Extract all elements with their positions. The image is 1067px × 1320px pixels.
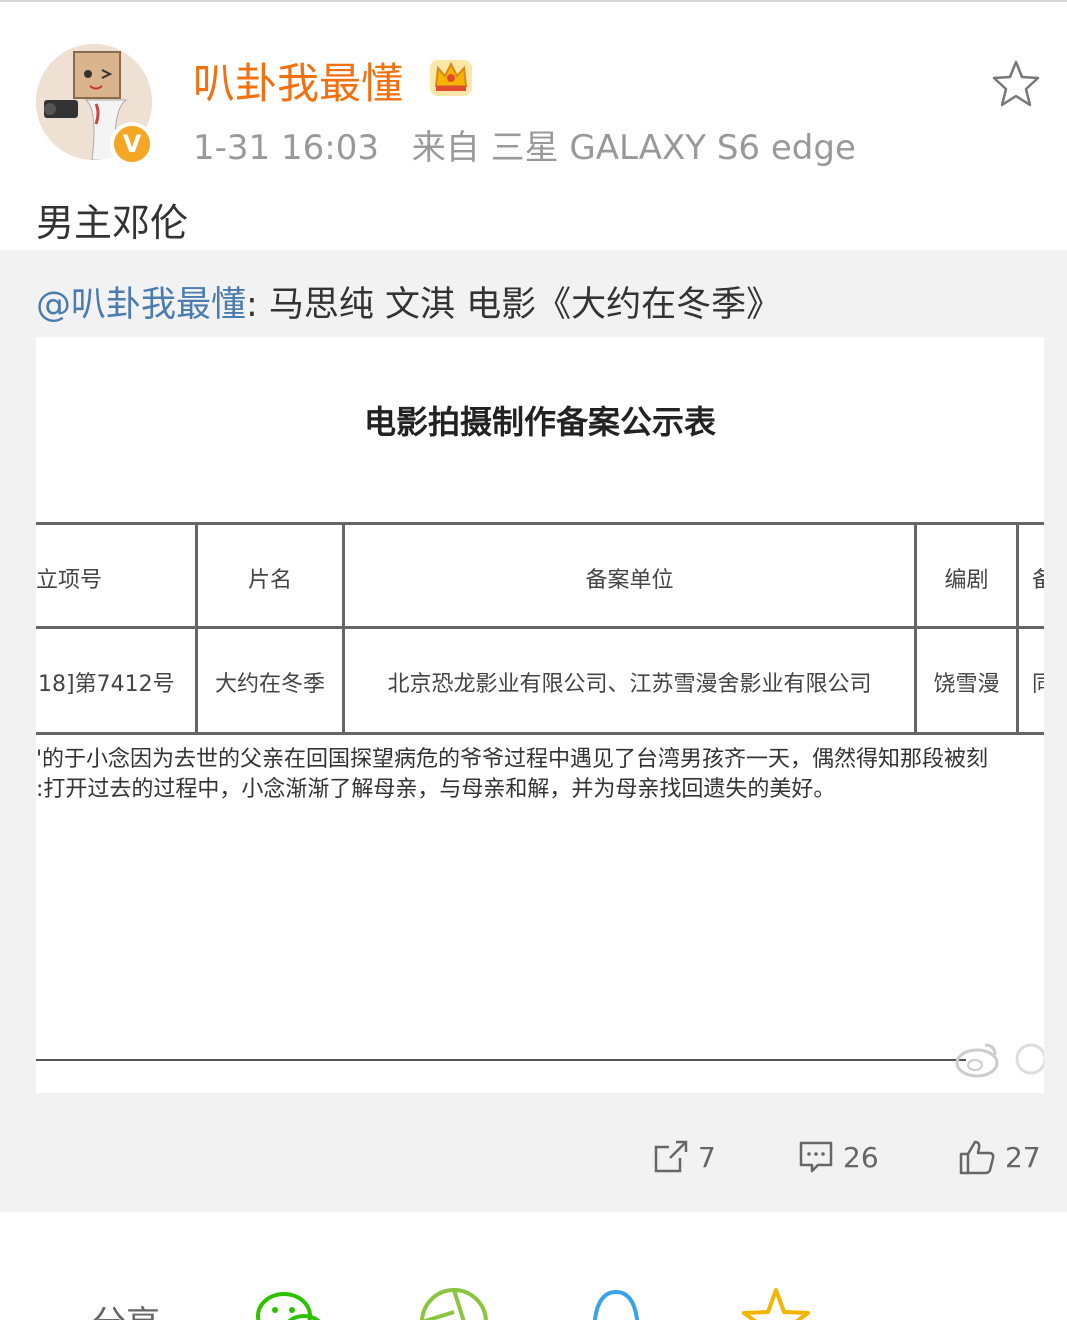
- repost-image[interactable]: 电影拍摄制作备案公示表 立项号 片名 备案单位 编剧 备 18]第7412号 大…: [36, 337, 1044, 1093]
- table-line: [195, 522, 198, 735]
- post-timestamp: 1-31 16:03: [193, 128, 379, 168]
- crown-badge-icon: [430, 60, 472, 96]
- weibo-watermark-icon: [955, 1043, 1044, 1078]
- table-cell: 饶雪漫: [933, 672, 1000, 697]
- table-line: [342, 522, 345, 735]
- post-text: 男主邓伦: [36, 201, 189, 245]
- table-line: [914, 522, 917, 735]
- document-table: 立项号 片名 备案单位 编剧 备 18]第7412号 大约在冬季 北京恐龙影业有…: [36, 522, 1044, 735]
- table-cell: 大约在冬季: [214, 672, 325, 697]
- repost-icon: [654, 1140, 688, 1173]
- table-line: [36, 522, 1044, 525]
- like-count: 27: [1005, 1140, 1041, 1174]
- table-cell: 18]第7412号: [38, 672, 175, 697]
- table-cell: 北京恐龙影业有限公司、江苏雪漫舍影业有限公司: [387, 672, 872, 697]
- post-meta: 1-31 16:03 来自 三星 GALAXY S6 edge: [193, 120, 856, 169]
- table-header-cell: 备: [1032, 568, 1044, 593]
- table-cell: 同: [1032, 672, 1044, 697]
- comment-icon: [799, 1141, 833, 1173]
- verified-badge-icon: V: [110, 122, 154, 166]
- table-header-cell: 编剧: [944, 568, 989, 593]
- moments-icon[interactable]: [418, 1286, 490, 1320]
- document-title: 电影拍摄制作备案公示表: [363, 403, 716, 441]
- document-paragraph: '的于小念因为去世的父亲在回国探望病危的爷爷过程中遇见了台湾男孩齐一天，偶然得知…: [36, 745, 1044, 805]
- action-bar: 7 26 27: [0, 1132, 1067, 1182]
- comment-button[interactable]: 26: [797, 1132, 879, 1182]
- table-line: [36, 626, 1044, 629]
- paragraph-line: :打开过去的过程中，小念渐渐了解母亲，与母亲和解，并为母亲找回遗失的美好。: [36, 777, 836, 802]
- repost-text: @叭卦我最懂: 马思纯 文淇 电影《大约在冬季》: [36, 276, 781, 327]
- table-line: [1016, 522, 1019, 735]
- qzone-star-icon[interactable]: [740, 1286, 812, 1320]
- repost-body: : 马思纯 文淇 电影《大约在冬季》: [246, 285, 782, 325]
- repost-count: 7: [698, 1140, 716, 1174]
- comment-count: 26: [843, 1140, 879, 1174]
- top-divider: [0, 0, 1067, 2]
- like-button[interactable]: 27: [957, 1132, 1041, 1182]
- share-bar: 分享: [0, 1212, 1067, 1320]
- share-label: 分享: [92, 1296, 160, 1320]
- wechat-icon[interactable]: [254, 1286, 326, 1320]
- username-link[interactable]: 叭卦我最懂: [193, 50, 403, 111]
- repost-button[interactable]: 7: [652, 1132, 716, 1182]
- table-header-cell: 片名: [247, 568, 292, 593]
- repost-mention-link[interactable]: @叭卦我最懂: [36, 285, 246, 325]
- favorite-star-icon[interactable]: [990, 58, 1042, 110]
- paragraph-line: '的于小念因为去世的父亲在回国探望病危的爷爷过程中遇见了台湾男孩齐一天，偶然得知…: [36, 747, 989, 772]
- thumbs-up-icon: [959, 1140, 995, 1175]
- qq-icon[interactable]: [580, 1286, 652, 1320]
- table-line: [36, 732, 1044, 735]
- post-source[interactable]: 来自 三星 GALAXY S6 edge: [412, 128, 856, 168]
- table-header-cell: 备案单位: [585, 568, 674, 593]
- table-header-cell: 立项号: [36, 568, 103, 593]
- document-rule: [36, 1059, 966, 1061]
